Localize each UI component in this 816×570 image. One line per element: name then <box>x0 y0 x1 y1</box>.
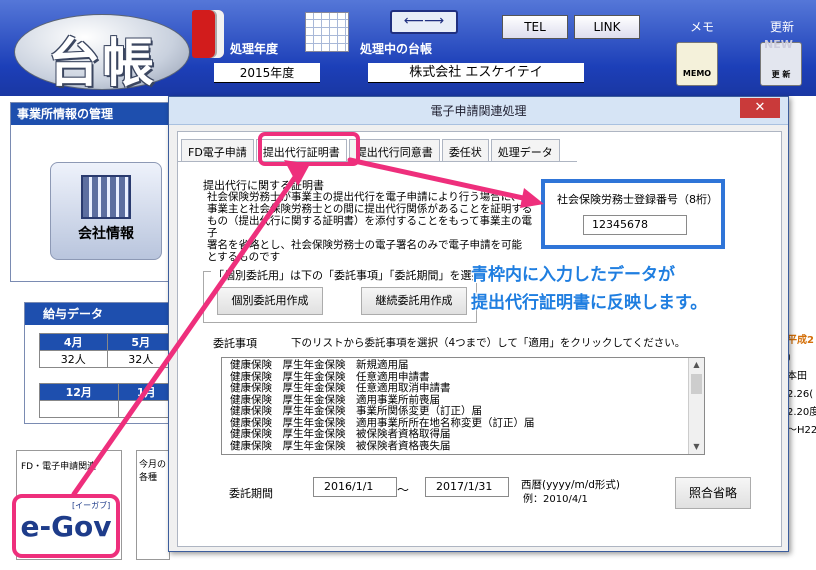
app-logo: 台帳 <box>14 14 190 94</box>
scroll-thumb[interactable] <box>691 374 702 394</box>
callout-line: 青枠内に入力したデータが <box>471 265 675 285</box>
month-count: 32人 <box>106 350 175 368</box>
list-item[interactable]: 健康保険 厚生年金保険 被保険者資格喪失届 <box>222 440 704 453</box>
entrusted-items-hint: 下のリストから委託事項を選択（4つまで）して「適用」をクリックしてください。 <box>291 337 686 349</box>
verification-omit-button[interactable]: 照合省略 <box>675 477 751 509</box>
switch-arrow-button[interactable]: ⟵⟶ <box>390 10 458 34</box>
registration-number-label: 社会保険労務士登録番号（8桁） <box>557 193 718 206</box>
close-button[interactable]: ✕ <box>740 98 780 118</box>
tel-button[interactable]: TEL <box>502 15 568 39</box>
entrusted-period-label: 委託期間 <box>229 487 273 500</box>
app-logo-text: 台帳 <box>47 33 156 94</box>
description-line: もの（提出代行に関する証明書）を添付することをもって事業主の電子 <box>207 215 532 239</box>
memo-icon[interactable]: MEMO <box>676 42 718 86</box>
update-label: 更新 <box>770 20 795 34</box>
month-count <box>117 400 175 418</box>
registration-number-box: 社会保険労務士登録番号（8桁） 12345678 <box>541 179 725 249</box>
company-name: 株式会社 エスケイテイ <box>368 63 584 83</box>
tab-fd-efiling[interactable]: FD電子申請 <box>181 139 254 161</box>
ledger-label: 処理中の台帳 <box>360 42 433 56</box>
month-header: 1月 <box>117 383 175 401</box>
salary-table-bottom: 12月 1月 <box>39 383 175 418</box>
processing-year-value: 2015年度 <box>214 63 320 83</box>
link-button[interactable]: LINK <box>574 15 640 39</box>
date-format-example: 例：2010/4/1 <box>523 494 588 505</box>
building-icon <box>81 175 131 219</box>
tab-processing-data[interactable]: 処理データ <box>490 139 560 161</box>
period-end-input[interactable]: 2017/1/31 <box>425 477 509 497</box>
salary-data-panel: 給与データ 4月 5月 32人 32人 12月 1月 <box>24 302 175 424</box>
monthly-snippet: 今月の <box>139 460 167 470</box>
continuous-create-button[interactable]: 継続委託用作成 <box>361 287 467 315</box>
tab-separator <box>177 161 577 162</box>
tab-power-of-attorney[interactable]: 委任状 <box>441 139 489 161</box>
office-management-title: 事業所情報の管理 <box>11 103 179 125</box>
efiling-label: FD・電子申請関連 <box>21 462 97 472</box>
list-item[interactable]: 健康保険 厚生年金保険 新規適用届 <box>222 359 704 372</box>
company-info-label: 会社情報 <box>78 226 134 242</box>
annotation-callout: 青枠内に入力したデータが 提出代行証明書に反映します。 <box>471 261 783 323</box>
monthly-snippet: 各種 <box>139 473 158 483</box>
period-start-input[interactable]: 2016/1/1 <box>313 477 397 497</box>
tab-highlight-frame <box>258 132 360 166</box>
individual-create-button[interactable]: 個別委託用作成 <box>217 287 323 315</box>
month-header: 4月 <box>39 333 108 351</box>
ledger-calendar-icon[interactable] <box>305 12 349 52</box>
processing-year-label: 処理年度 <box>230 42 279 56</box>
description-line: 社会保険労務士が事業主の提出代行を電子申請により行う場合に、 <box>207 191 522 203</box>
memo-icon-text: MEMO <box>682 69 712 78</box>
scroll-up-arrow-icon[interactable]: ▲ <box>689 358 704 372</box>
list-scrollbar[interactable]: ▲ ▼ <box>688 358 704 454</box>
company-info-button[interactable]: 会社情報 <box>50 162 162 260</box>
memo-label: メモ <box>690 20 715 34</box>
description-line: 事業主と社会保険労務士との間に提出代行関係があることを証明する <box>207 203 533 215</box>
monthly-section: 今月の 各種 <box>136 450 170 560</box>
description-text: 社会保険労務士が事業主の提出代行を電子申請により行う場合に、 事業主と社会保険労… <box>207 191 537 263</box>
salary-data-title: 給与データ <box>25 303 173 325</box>
dialog-tabs: FD電子申請 提出代行証明書 提出代行同意書 委任状 処理データ <box>181 139 562 161</box>
month-header: 5月 <box>106 333 175 351</box>
scroll-down-arrow-icon[interactable]: ▼ <box>689 440 704 454</box>
new-badge: NEW <box>764 38 793 51</box>
salary-table-top: 4月 5月 32人 32人 <box>39 333 175 368</box>
dialog-title: 電子申請関連処理 <box>430 104 527 118</box>
entrusted-items-list[interactable]: 健康保険 厚生年金保険 新規適用届 健康保険 厚生年金保険 任意適用申請書 健康… <box>221 357 705 455</box>
registration-number-input[interactable]: 12345678 <box>583 215 687 235</box>
description-line: 署名を省略とし、社会保険労務士の電子署名のみで電子申請を可能 <box>207 239 522 251</box>
list-item[interactable]: 健康保険 厚生年金保険 任意適用取消申請書 <box>222 382 704 395</box>
tab-submission-consent[interactable]: 提出代行同意書 <box>348 139 440 161</box>
list-item[interactable]: 健康保険 厚生年金保険 被保険者資格取得届 <box>222 428 704 441</box>
creation-group-label: 「個別委託用」は下の「委託事項」「委託期間」を選択 <box>211 267 485 283</box>
egov-subtitle: [イーガブ] <box>72 501 111 510</box>
month-count: 32人 <box>39 350 108 368</box>
dialog-titlebar[interactable]: 電子申請関連処理 ✕ <box>169 97 788 125</box>
entrusted-items-label: 委託事項 <box>213 337 257 350</box>
callout-line: 提出代行証明書に反映します。 <box>471 293 708 313</box>
processing-year-book-icon[interactable] <box>192 10 224 58</box>
update-icon-text: 更 新 <box>771 70 791 79</box>
period-tilde: 〜 <box>397 483 410 497</box>
month-count <box>39 400 119 418</box>
list-item[interactable]: 健康保険 厚生年金保険 事業所関係変更（訂正）届 <box>222 405 704 418</box>
month-header: 12月 <box>39 383 119 401</box>
